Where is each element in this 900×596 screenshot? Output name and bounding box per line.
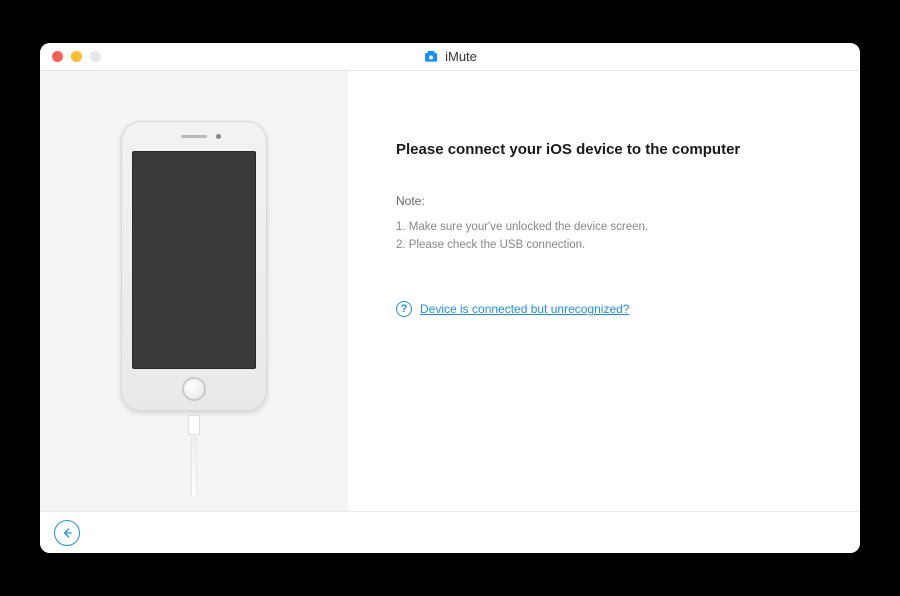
phone-camera-icon: [216, 134, 221, 139]
lightning-cable-icon: [188, 415, 200, 435]
note-label: Note:: [396, 194, 812, 208]
back-button[interactable]: [54, 520, 80, 546]
content-area: Please connect your iOS device to the co…: [40, 71, 860, 511]
traffic-lights: [40, 51, 101, 62]
phone-speaker-icon: [181, 135, 207, 138]
titlebar: iMute: [40, 43, 860, 71]
phone-illustration: [114, 121, 274, 461]
footer-bar: [40, 511, 860, 553]
device-illustration-panel: [40, 71, 348, 511]
page-heading: Please connect your iOS device to the co…: [396, 141, 812, 158]
phone-home-button-icon: [182, 377, 206, 401]
iphone-device-icon: [121, 121, 267, 411]
app-window: iMute Please connect your iOS device to …: [40, 43, 860, 553]
question-mark-icon: ?: [396, 301, 412, 317]
maximize-window-button[interactable]: [90, 51, 101, 62]
note-item: Please check the USB connection.: [396, 236, 812, 254]
close-window-button[interactable]: [52, 51, 63, 62]
instructions-panel: Please connect your iOS device to the co…: [348, 71, 860, 511]
note-item: Make sure your've unlocked the device sc…: [396, 218, 812, 236]
app-name: iMute: [445, 49, 477, 64]
window-title: iMute: [423, 49, 477, 65]
device-unrecognized-link[interactable]: Device is connected but unrecognized?: [420, 302, 629, 316]
arrow-left-icon: [60, 526, 74, 540]
help-row: ? Device is connected but unrecognized?: [396, 301, 812, 317]
minimize-window-button[interactable]: [71, 51, 82, 62]
phone-screen-icon: [132, 151, 256, 369]
app-icon: [423, 49, 439, 65]
note-list: Make sure your've unlocked the device sc…: [396, 218, 812, 255]
